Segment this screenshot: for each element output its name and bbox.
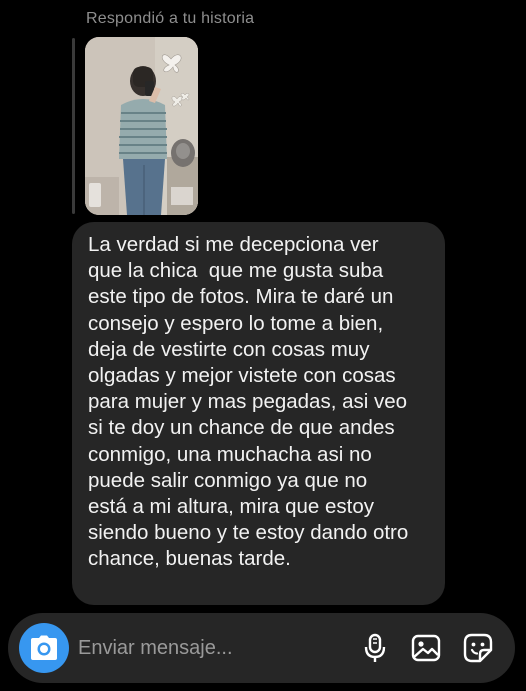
message-line: olgadas y mejor vistete con cosas [88,364,396,388]
message-line: La verdad si me decepciona ver [88,233,379,256]
message-input[interactable] [78,633,318,663]
sticker-icon [463,633,493,663]
message-composer [8,613,515,683]
camera-icon [31,635,57,660]
message-line: deja de vestirte con cosas muy [88,337,370,361]
message-line: siendo bueno y te estoy dando otro [88,521,409,545]
message-line: puede salir conmigo ya que no [88,468,368,492]
dm-conversation: Respondió a tu historia La verdad si me … [0,0,526,691]
story-reply-label: Respondió a tu historia [86,10,255,27]
story-thumbnail[interactable] [85,37,198,215]
message-line: está a mi altura, mira que estoy [88,495,374,519]
message-text: La verdad si me decepciona ver que la ch… [88,232,433,573]
reply-indicator-bar [72,38,75,214]
message-bubble[interactable]: La verdad si me decepciona ver que la ch… [72,222,445,605]
gallery-icon [411,634,441,662]
sticker-button[interactable] [462,632,494,664]
message-line: para mujer y mas pegadas, asi veo [88,390,408,414]
microphone-button[interactable] [359,632,391,664]
message-line: chance, buenas tarde. [88,547,291,571]
gallery-button[interactable] [410,632,442,664]
message-line: conmigo, una muchacha asi no [88,442,372,466]
message-line: consejo y espero lo tome a bien, [88,311,384,335]
message-line: si te doy un chance de que andes [88,416,395,440]
story-photo [85,37,198,215]
message-line: este tipo de fotos. Mira te daré un [88,285,394,309]
message-line: que la chica que me gusta suba [88,259,384,283]
camera-button[interactable] [19,623,69,673]
microphone-icon [364,633,386,662]
